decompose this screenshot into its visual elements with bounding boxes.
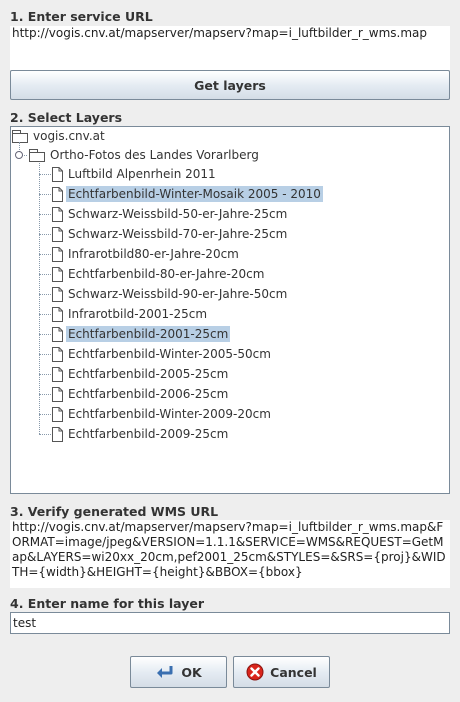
tree-folder-node[interactable]: Ortho-Fotos des Landes Vorarlberg [29,146,261,164]
tree-root-node[interactable]: vogis.cnv.at [12,127,107,145]
cancel-button-label: Cancel [270,664,317,680]
file-icon [52,346,63,362]
file-icon [52,366,63,382]
layer-item[interactable]: Schwarz-Weissbild-50-er-Jahre-25cm [52,205,289,223]
layer-item[interactable]: Infrarotbild80-er-Jahre-20cm [52,245,241,263]
layer-item-label: Schwarz-Weissbild-50-er-Jahre-25cm [68,207,288,221]
file-icon [52,206,63,222]
layer-item-label: Echtfarbenbild-2009-25cm [68,427,229,441]
file-icon [52,386,63,402]
tree-root-label: vogis.cnv.at [33,129,105,143]
file-icon [52,246,63,262]
cancel-icon [246,663,264,681]
layer-item-label: Infrarotbild80-er-Jahre-20cm [68,247,239,261]
folder-icon [29,149,45,162]
layer-item[interactable]: Luftbild Alpenrhein 2011 [52,165,218,183]
layer-item[interactable]: Echtfarbenbild-2001-25cm [52,325,231,343]
layer-item[interactable]: Echtfarbenbild-Winter-Mosaik 2005 - 2010 [52,185,323,203]
layer-item-label: Echtfarbenbild-2005-25cm [68,367,229,381]
layer-item[interactable]: Schwarz-Weissbild-70-er-Jahre-25cm [52,225,289,243]
layer-item-label: Infrarotbild-2001-25cm [68,307,208,321]
layer-item[interactable]: Infrarotbild-2001-25cm [52,305,209,323]
verify-url-label: 3. Verify generated WMS URL [10,504,219,519]
ok-button-label: OK [181,664,202,680]
layer-name-input[interactable] [10,612,450,634]
service-url-field[interactable]: http://vogis.cnv.at/mapserver/mapserv?ma… [10,26,450,70]
layer-name-label: 4. Enter name for this layer [10,596,205,611]
layer-item[interactable]: Echtfarbenbild-2009-25cm [52,425,230,443]
tree-folder-label: Ortho-Fotos des Landes Vorarlberg [50,148,259,162]
file-icon [52,426,63,442]
file-icon [52,306,63,322]
layer-item-label: Schwarz-Weissbild-90-er-Jahre-50cm [68,287,288,301]
wms-url-text[interactable]: http://vogis.cnv.at/mapserver/mapserv?ma… [10,520,450,588]
expand-handle-icon[interactable] [15,151,23,159]
service-url-label: 1. Enter service URL [10,9,153,24]
folder-icon [12,130,28,143]
enter-arrow-icon [155,664,175,680]
layer-item-label: Schwarz-Weissbild-70-er-Jahre-25cm [68,227,288,241]
layer-item[interactable]: Echtfarbenbild-80-er-Jahre-20cm [52,265,266,283]
layer-item[interactable]: Echtfarbenbild-Winter-2005-50cm [52,345,273,363]
file-icon [52,326,63,342]
layer-item-label: Echtfarbenbild-2006-25cm [68,387,229,401]
layer-item[interactable]: Schwarz-Weissbild-90-er-Jahre-50cm [52,285,289,303]
layer-item[interactable]: Echtfarbenbild-2006-25cm [52,385,230,403]
file-icon [52,166,63,182]
layer-item-label: Echtfarbenbild-Winter-Mosaik 2005 - 2010 [66,186,323,202]
file-icon [52,286,63,302]
file-icon [52,266,63,282]
ok-button[interactable]: OK [130,656,227,688]
select-layers-label: 2. Select Layers [10,110,123,125]
layer-item-label: Echtfarbenbild-Winter-2005-50cm [68,347,271,361]
layer-item-label: Luftbild Alpenrhein 2011 [68,167,216,181]
file-icon [52,186,63,202]
cancel-button[interactable]: Cancel [233,656,330,688]
file-icon [52,226,63,242]
layer-item-label: Echtfarbenbild-2001-25cm [66,326,231,342]
layer-item-label: Echtfarbenbild-80-er-Jahre-20cm [68,267,265,281]
layer-item[interactable]: Echtfarbenbild-Winter-2009-20cm [52,405,273,423]
layer-item-label: Echtfarbenbild-Winter-2009-20cm [68,407,271,421]
get-layers-button[interactable]: Get layers [10,70,450,100]
layer-item[interactable]: Echtfarbenbild-2005-25cm [52,365,230,383]
file-icon [52,406,63,422]
layer-tree[interactable]: vogis.cnv.at Ortho-Fotos des Landes Vora… [10,126,450,494]
